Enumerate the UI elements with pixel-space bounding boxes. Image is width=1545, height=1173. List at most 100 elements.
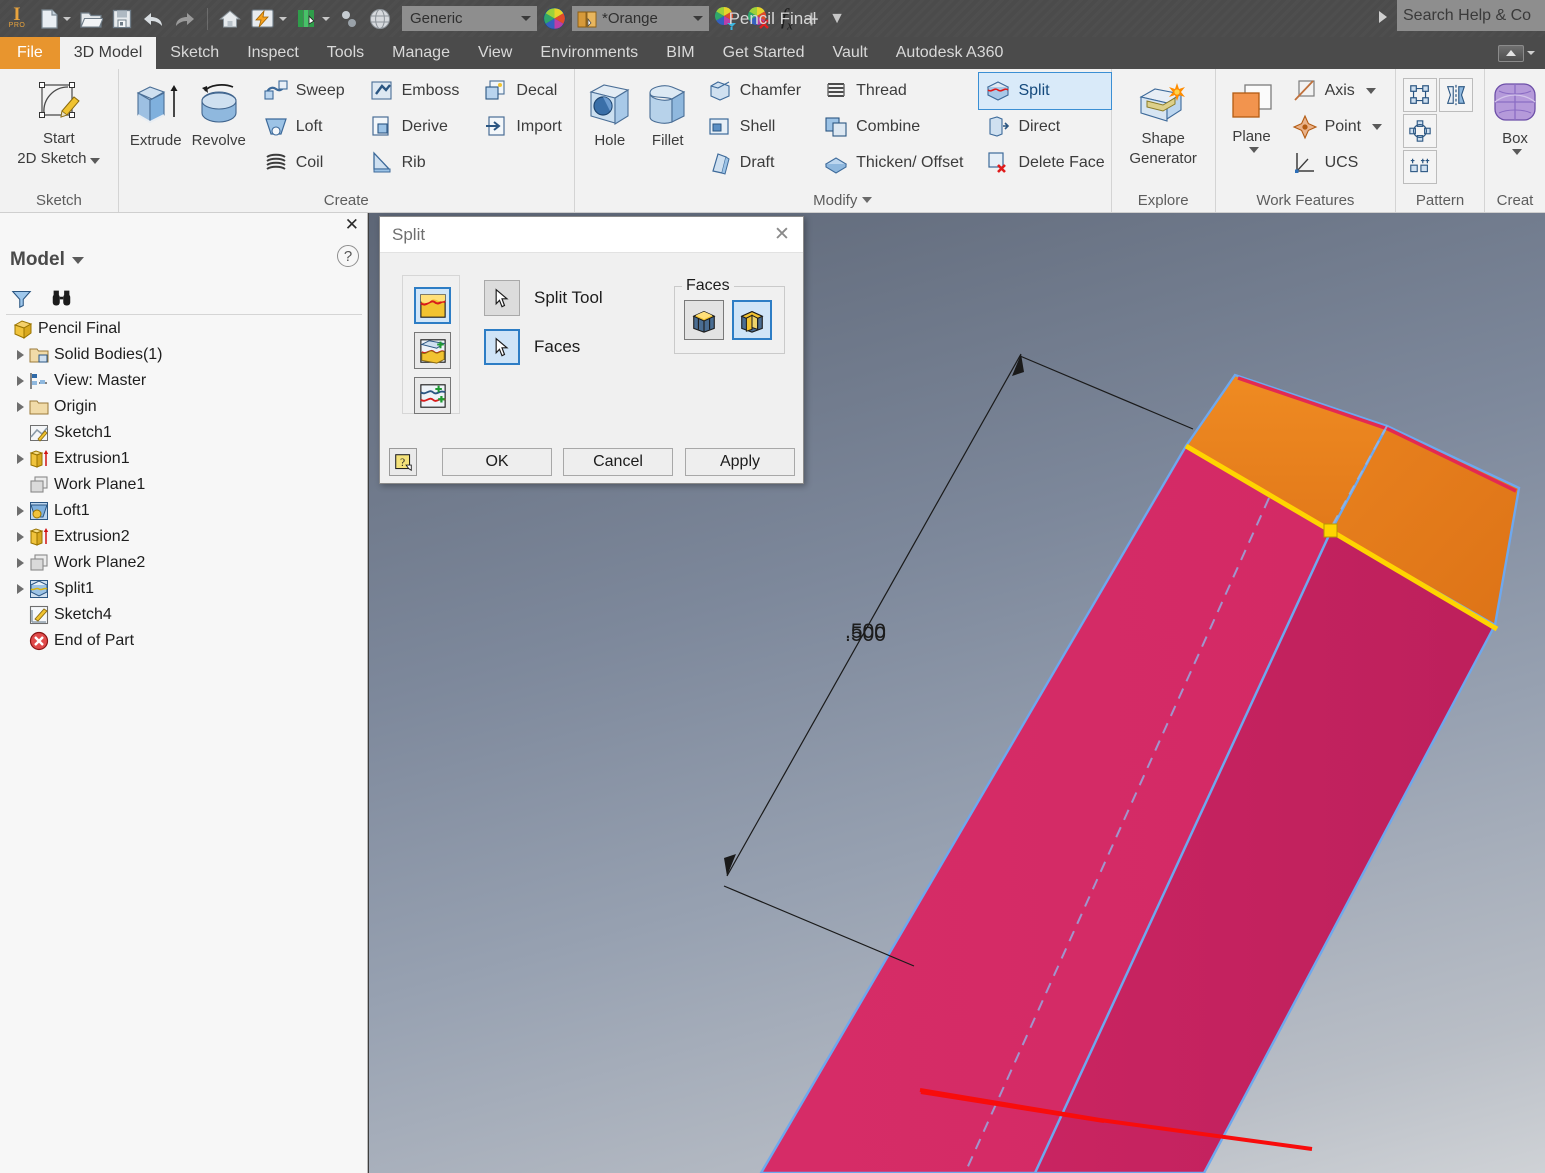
browser-header[interactable]: Model [10, 249, 84, 271]
start-2d-sketch-dropdown-caret[interactable] [90, 158, 100, 164]
expand-arrow-icon[interactable] [12, 347, 28, 363]
tab-bim[interactable]: BIM [652, 37, 708, 69]
expand-arrow-icon[interactable] [12, 581, 28, 597]
tree-node-extrusion1[interactable]: Extrusion1 [0, 446, 368, 472]
rib-button[interactable]: Rib [363, 145, 466, 181]
axis-dropdown-caret[interactable] [1366, 88, 1376, 94]
globe-button[interactable] [364, 0, 396, 37]
shape-generator-button[interactable]: Shape Generator [1123, 73, 1203, 167]
material-combo[interactable]: Generic [402, 6, 537, 31]
tree-node-work-plane2[interactable]: Work Plane2 [0, 550, 368, 576]
redo-button[interactable] [169, 0, 201, 37]
tab-view[interactable]: View [464, 37, 526, 69]
material-dropdown-caret[interactable] [322, 17, 330, 21]
title-expand-arrow-icon[interactable] [1379, 11, 1387, 23]
tab-inspect[interactable]: Inspect [233, 37, 313, 69]
expand-arrow-icon[interactable] [12, 503, 28, 519]
revolve-button[interactable]: Revolve [187, 73, 251, 149]
tree-node-pencil-final[interactable]: Pencil Final [0, 316, 368, 342]
tree-node-extrusion2[interactable]: Extrusion2 [0, 524, 368, 550]
tab-3d-model[interactable]: 3D Model [60, 37, 156, 69]
dialog-close-button[interactable]: ✕ [769, 222, 795, 248]
customize-qat-button[interactable]: + [799, 0, 824, 37]
draft-button[interactable]: Draft [701, 145, 807, 181]
loft-button[interactable]: Loft [257, 109, 351, 145]
browser-help-button[interactable]: ? [337, 245, 359, 267]
tab-file[interactable]: File [0, 37, 60, 69]
ucs-button[interactable]: UCS [1286, 145, 1388, 181]
trim-solid-mode-button[interactable] [414, 332, 451, 369]
plane-dropdown-caret[interactable] [1249, 147, 1259, 153]
browser-close-button[interactable]: ✕ [345, 218, 359, 232]
extrude-button[interactable]: Extrude [125, 73, 187, 149]
apply-button[interactable]: Apply [685, 448, 795, 476]
cloud-status-button[interactable] [1498, 45, 1524, 62]
expand-arrow-icon[interactable] [12, 451, 28, 467]
cancel-button[interactable]: Cancel [563, 448, 673, 476]
dimension-value-label[interactable]: .500 [845, 620, 886, 644]
browser-find-button[interactable] [46, 285, 76, 313]
split-dialog[interactable]: Split ✕ [379, 216, 804, 484]
expand-arrow-icon[interactable] [12, 373, 28, 389]
browser-filter-button[interactable] [6, 285, 36, 313]
combine-button[interactable]: Combine [817, 109, 969, 145]
box-dropdown-caret[interactable] [1512, 149, 1522, 155]
home-button[interactable] [214, 0, 246, 37]
material-library-button[interactable] [291, 0, 334, 37]
expand-arrow-icon[interactable] [12, 529, 28, 545]
modify-panel-expand-caret[interactable] [862, 197, 872, 203]
tab-environments[interactable]: Environments [526, 37, 652, 69]
fillet-button[interactable]: Fillet [639, 73, 697, 149]
start-2d-sketch-button[interactable]: Start 2D Sketch [11, 73, 106, 167]
appearance-combo-caret[interactable] [693, 16, 703, 21]
tree-node-solid-bodies[interactable]: Solid Bodies(1) [0, 342, 368, 368]
tab-vault[interactable]: Vault [818, 37, 881, 69]
tab-get-started[interactable]: Get Started [709, 37, 819, 69]
rectangular-pattern-button[interactable] [1403, 78, 1437, 112]
tab-manage[interactable]: Manage [378, 37, 464, 69]
split-vertex-marker[interactable] [1324, 524, 1337, 537]
box-button[interactable]: Box [1491, 73, 1539, 155]
shell-button[interactable]: Shell [701, 109, 807, 145]
select-faces-option-button[interactable] [732, 300, 772, 340]
appearance-button[interactable] [246, 0, 291, 37]
tab-bar-dropdown-caret[interactable] [1527, 51, 1535, 55]
point-dropdown-caret[interactable] [1372, 124, 1382, 130]
browser-dropdown-caret-icon[interactable] [72, 257, 84, 264]
search-help-input[interactable]: Search Help & Co [1397, 0, 1545, 31]
split-button[interactable]: Split [979, 73, 1110, 109]
ok-button[interactable]: OK [442, 448, 552, 476]
tree-node-origin[interactable]: Origin [0, 394, 368, 420]
tab-tools[interactable]: Tools [313, 37, 378, 69]
tab-autodesk-a360[interactable]: Autodesk A360 [882, 37, 1018, 69]
thread-button[interactable]: Thread [817, 73, 969, 109]
axis-button[interactable]: Axis [1286, 73, 1388, 109]
save-button[interactable] [107, 0, 137, 37]
split-face-mode-button[interactable] [414, 287, 451, 324]
hole-button[interactable]: Hole [581, 73, 639, 149]
adjust-appearance-button[interactable] [709, 0, 742, 37]
thicken-offset-button[interactable]: Thicken/ Offset [817, 145, 969, 181]
open-button[interactable] [75, 0, 107, 37]
split-tool-select-button[interactable] [484, 280, 520, 316]
all-faces-option-button[interactable] [684, 300, 724, 340]
expand-arrow-icon[interactable] [12, 555, 28, 571]
chamfer-button[interactable]: Chamfer [701, 73, 807, 109]
material-combo-caret[interactable] [521, 16, 531, 21]
appearance-combo[interactable]: *Orange [572, 6, 709, 31]
tree-node-loft1[interactable]: Loft1 [0, 498, 368, 524]
tree-node-end-of-part[interactable]: End of Part [0, 628, 368, 654]
point-button[interactable]: Point [1286, 109, 1388, 145]
qat-overflow-button[interactable]: ▼ [824, 0, 850, 37]
sweep-button[interactable]: Sweep [257, 73, 351, 109]
new-document-button[interactable] [34, 0, 75, 37]
tree-node-sketch1[interactable]: Sketch1 [0, 420, 368, 446]
new-document-dropdown-caret[interactable] [63, 17, 71, 21]
tab-sketch[interactable]: Sketch [156, 37, 233, 69]
link-button[interactable] [334, 0, 364, 37]
coil-button[interactable]: Coil [257, 145, 351, 181]
decal-button[interactable]: Decal [477, 73, 567, 109]
tree-node-sketch4[interactable]: Sketch4 [0, 602, 368, 628]
tree-node-view-master[interactable]: View: Master [0, 368, 368, 394]
import-button[interactable]: Import [477, 109, 567, 145]
